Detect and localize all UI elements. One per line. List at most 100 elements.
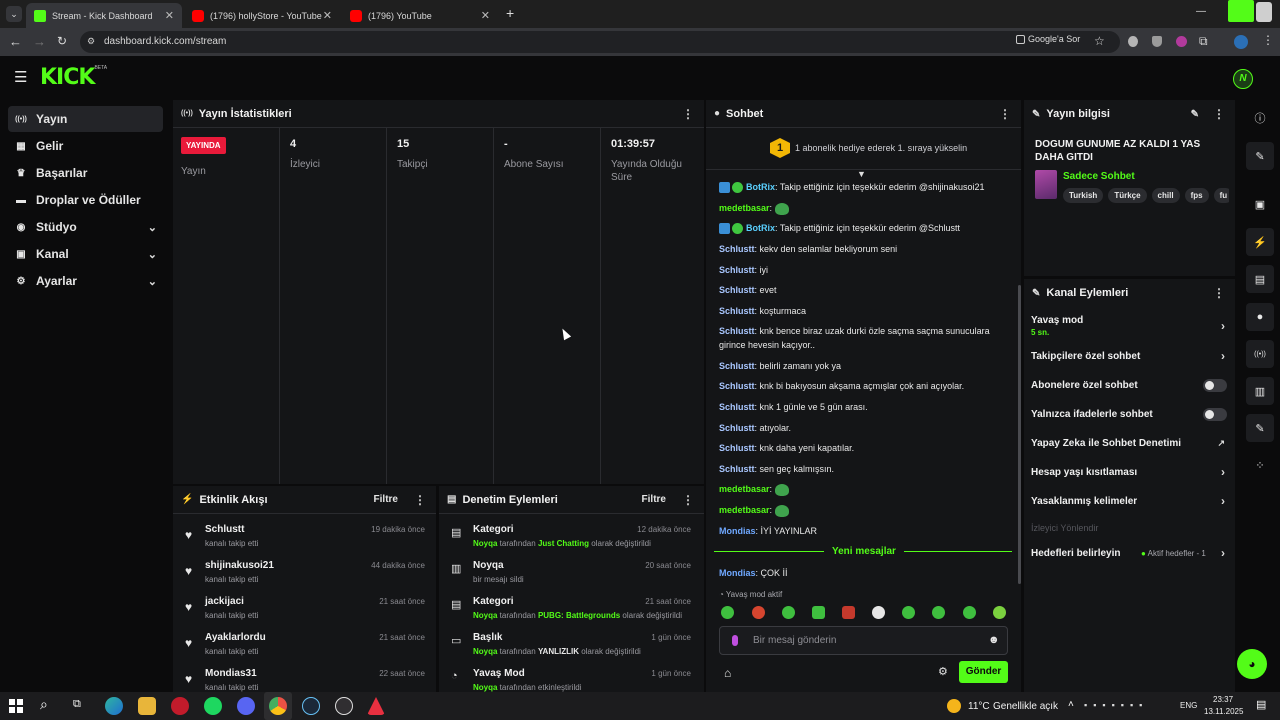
action-followers-only[interactable]: Takipçilere özel sohbet ›	[1031, 343, 1227, 369]
sidebar-item-droplar[interactable]: ▬ Droplar ve Ödüller	[8, 187, 163, 213]
capture-icon[interactable]: ▣	[1246, 190, 1274, 218]
emote-icon[interactable]	[963, 606, 976, 619]
extensions-puzzle-icon[interactable]: ⧉	[1199, 34, 1208, 49]
activity-username[interactable]: Ayaklarlordu	[205, 632, 266, 643]
tab-youtube[interactable]: (1796) YouTube ✕	[342, 3, 498, 28]
file-explorer-icon[interactable]	[138, 697, 156, 715]
gift-icon[interactable]: ⌂	[724, 666, 731, 680]
site-info-icon[interactable]: ⚙	[87, 36, 95, 47]
emote-icon[interactable]	[902, 606, 915, 619]
close-icon[interactable]: ✕	[323, 9, 332, 22]
sidebar-item-kanal[interactable]: ▣ Kanal ⌄	[8, 241, 163, 267]
tab-kick-dashboard[interactable]: Stream - Kick Dashboard ✕	[26, 3, 182, 28]
url-bar[interactable]: ⚙ dashboard.kick.com/stream Google'a Sor…	[80, 31, 1120, 53]
chat-icon[interactable]: ●	[1246, 303, 1274, 331]
sidebar-item-ayarlar[interactable]: ⚙ Ayarlar ⌄	[8, 268, 163, 294]
moderator-name[interactable]: Noyqa	[473, 683, 497, 692]
new-tab-button[interactable]: +	[506, 5, 514, 21]
tab-hollystore-youtube[interactable]: (1796) hollyStore - YouTube ✕	[184, 3, 340, 28]
more-options-icon[interactable]: ⋮	[682, 493, 694, 507]
notifications-icon[interactable]: ▤	[1256, 698, 1266, 711]
chevron-down-icon[interactable]: ⌄	[148, 248, 157, 261]
app-red-icon[interactable]	[367, 697, 385, 715]
browser-menu-icon[interactable]: ⋮	[1262, 33, 1274, 47]
tag[interactable]: Türkçe	[1108, 188, 1147, 203]
extension-shield-icon[interactable]	[1128, 36, 1138, 47]
forward-icon[interactable]: →	[33, 34, 46, 49]
emote-icon[interactable]	[932, 606, 945, 619]
action-emote-only[interactable]: Yalnızca ifadelerle sohbet	[1031, 401, 1227, 427]
chat-username[interactable]: Schlustt	[719, 306, 755, 316]
category-link[interactable]: Sadece Sohbet	[1063, 171, 1135, 182]
subscribers-only-toggle[interactable]	[1203, 378, 1227, 392]
more-options-icon[interactable]: ⋮	[682, 107, 694, 121]
close-icon[interactable]: ✕	[165, 9, 174, 22]
emote-icon[interactable]	[993, 606, 1006, 619]
chat-settings-icon[interactable]: ⚙	[938, 665, 948, 678]
chat-username[interactable]: Schlustt	[719, 443, 755, 453]
obs-icon[interactable]	[335, 697, 353, 715]
edge-icon[interactable]	[105, 697, 123, 715]
emote-icon[interactable]	[721, 606, 734, 619]
more-options-icon[interactable]: ⋮	[1213, 107, 1225, 121]
more-options-icon[interactable]: ⋮	[414, 493, 426, 507]
clock-date[interactable]: 13.11.2025	[1204, 707, 1243, 716]
extension-ublock-icon[interactable]	[1152, 36, 1162, 47]
windows-start-icon[interactable]	[9, 699, 23, 713]
chat-input-box[interactable]: Bir mesaj gönderin ☻	[719, 626, 1008, 655]
language-indicator[interactable]: ENG	[1180, 701, 1197, 710]
chevron-down-icon[interactable]: ⌄	[148, 221, 157, 234]
hamburger-menu-icon[interactable]: ☰	[14, 68, 27, 86]
emoji-picker-icon[interactable]: ☻	[988, 634, 1000, 646]
panel-scrollbar[interactable]	[1018, 285, 1021, 345]
chat-username[interactable]: Schlustt	[719, 402, 755, 412]
chat-username[interactable]: BotRix	[746, 223, 775, 233]
tag[interactable]: fps	[1184, 188, 1209, 203]
weather-temp[interactable]: 11°C	[968, 701, 990, 712]
emote-icon[interactable]	[872, 606, 885, 619]
chat-username[interactable]: Schlustt	[719, 285, 755, 295]
chat-username[interactable]: Schlustt	[719, 381, 755, 391]
apps-icon[interactable]: ⁘	[1246, 451, 1274, 479]
tools-icon[interactable]: ✎	[1246, 414, 1274, 442]
sidebar-item-basarilar[interactable]: ♛ Başarılar	[8, 160, 163, 186]
support-chat-button[interactable]: ◕	[1237, 649, 1267, 679]
broadcast-icon[interactable]: ((•))	[1246, 340, 1274, 368]
tag[interactable]: fu	[1213, 188, 1229, 203]
tab-search-button[interactable]: ⌄	[6, 6, 22, 22]
sidebar-item-gelir[interactable]: ▦ Gelir	[8, 133, 163, 159]
edit-icon[interactable]: ✎	[1246, 142, 1274, 170]
chat-username[interactable]: Mondias	[719, 568, 756, 578]
back-icon[interactable]: ←	[9, 34, 22, 49]
sidebar-item-yayin[interactable]: ((•)) Yayın	[8, 106, 163, 132]
chat-username[interactable]: Mondias	[719, 526, 756, 536]
action-ai-moderation[interactable]: Yapay Zeka ile Sohbet Denetimi ↗	[1031, 430, 1227, 456]
action-account-age[interactable]: Hesap yaşı kısıtlaması ›	[1031, 459, 1227, 485]
emote-icon[interactable]	[752, 606, 765, 619]
clock-time[interactable]: 23:37	[1213, 695, 1233, 704]
emote-only-toggle[interactable]	[1203, 407, 1227, 421]
chat-username[interactable]: Schlustt	[719, 423, 755, 433]
send-button[interactable]: Gönder	[959, 661, 1008, 683]
steam-icon[interactable]	[302, 697, 320, 715]
more-options-icon[interactable]: ⋮	[999, 107, 1011, 121]
layout-icon[interactable]: ▥	[1246, 377, 1274, 405]
tray-chevron-icon[interactable]: ˄	[1068, 699, 1074, 710]
chat-username[interactable]: Schlustt	[719, 244, 755, 254]
chat-username[interactable]: medetbasar	[719, 505, 770, 515]
notes-icon[interactable]: ▤	[1246, 265, 1274, 293]
chat-username[interactable]: Schlustt	[719, 464, 755, 474]
discord-icon[interactable]	[237, 697, 255, 715]
extension-pink-icon[interactable]	[1176, 36, 1187, 47]
microphone-icon[interactable]	[732, 635, 738, 646]
chat-username[interactable]: Schlustt	[719, 265, 755, 275]
moderator-name[interactable]: Noyqa	[473, 539, 497, 548]
chat-username[interactable]: medetbasar	[719, 484, 770, 494]
bookmark-star-icon[interactable]: ☆	[1094, 34, 1105, 48]
emote-icon[interactable]	[782, 606, 795, 619]
tray-icons[interactable]: ▪▪▪▪▪▪▪	[1084, 700, 1148, 710]
sidebar-item-studyo[interactable]: ◉ Stüdyo ⌄	[8, 214, 163, 240]
minimize-button[interactable]: —	[1196, 6, 1206, 17]
activity-username[interactable]: jackijaci	[205, 596, 244, 607]
profile-icon[interactable]	[1234, 35, 1248, 49]
